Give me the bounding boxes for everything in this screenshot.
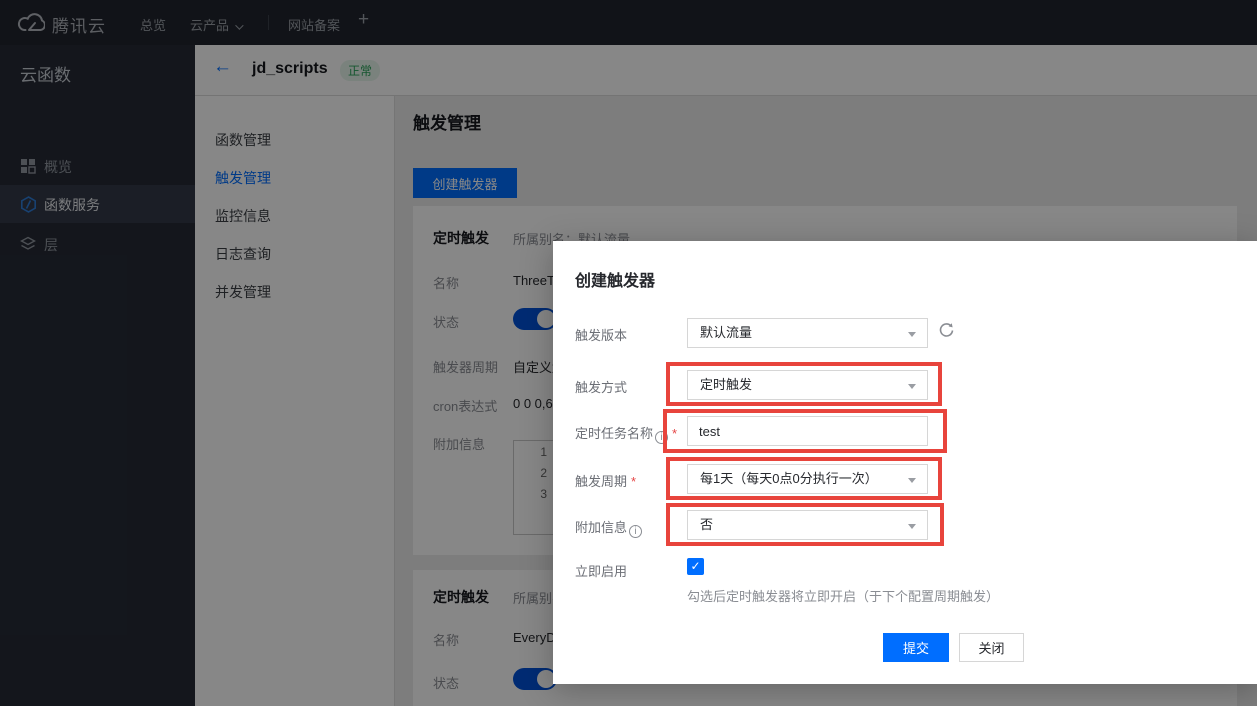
field-label-trigger-cycle: 触发周期* — [575, 471, 636, 490]
required-asterisk: * — [631, 474, 636, 489]
field-label-trigger-version: 触发版本 — [575, 325, 627, 344]
close-button[interactable]: 关闭 — [959, 633, 1024, 662]
selected-value: 默认流量 — [700, 325, 752, 340]
trigger-cycle-select[interactable]: 每1天（每天0点0分执行一次） — [687, 464, 928, 494]
chevron-down-icon — [908, 524, 916, 529]
refresh-icon[interactable] — [938, 322, 955, 339]
trigger-version-select[interactable]: 默认流量 — [687, 318, 928, 348]
chevron-down-icon — [908, 332, 916, 337]
create-trigger-modal: 创建触发器 触发版本 默认流量 触发方式 定时触发 定时任务名称i* 触发周期*… — [553, 241, 1257, 684]
submit-button[interactable]: 提交 — [883, 633, 949, 662]
trigger-method-select[interactable]: 定时触发 — [687, 370, 928, 400]
task-name-input[interactable] — [687, 416, 928, 446]
field-label-extra-info: 附加信息i — [575, 517, 642, 538]
info-icon: i — [655, 431, 668, 444]
selected-value: 每1天（每天0点0分执行一次） — [700, 471, 878, 486]
selected-value: 否 — [700, 517, 713, 532]
extra-info-select[interactable]: 否 — [687, 510, 928, 540]
chevron-down-icon — [908, 478, 916, 483]
enable-now-helper: 勾选后定时触发器将立即开启（于下个配置周期触发） — [687, 586, 999, 605]
required-asterisk: * — [672, 426, 677, 441]
field-label-task-name: 定时任务名称i* — [575, 423, 677, 444]
enable-now-checkbox[interactable]: ✓ — [687, 558, 704, 575]
modal-title: 创建触发器 — [575, 267, 655, 291]
selected-value: 定时触发 — [700, 377, 752, 392]
chevron-down-icon — [908, 384, 916, 389]
field-label-enable-now: 立即启用 — [575, 561, 627, 580]
field-label-trigger-method: 触发方式 — [575, 377, 627, 396]
info-icon: i — [629, 525, 642, 538]
